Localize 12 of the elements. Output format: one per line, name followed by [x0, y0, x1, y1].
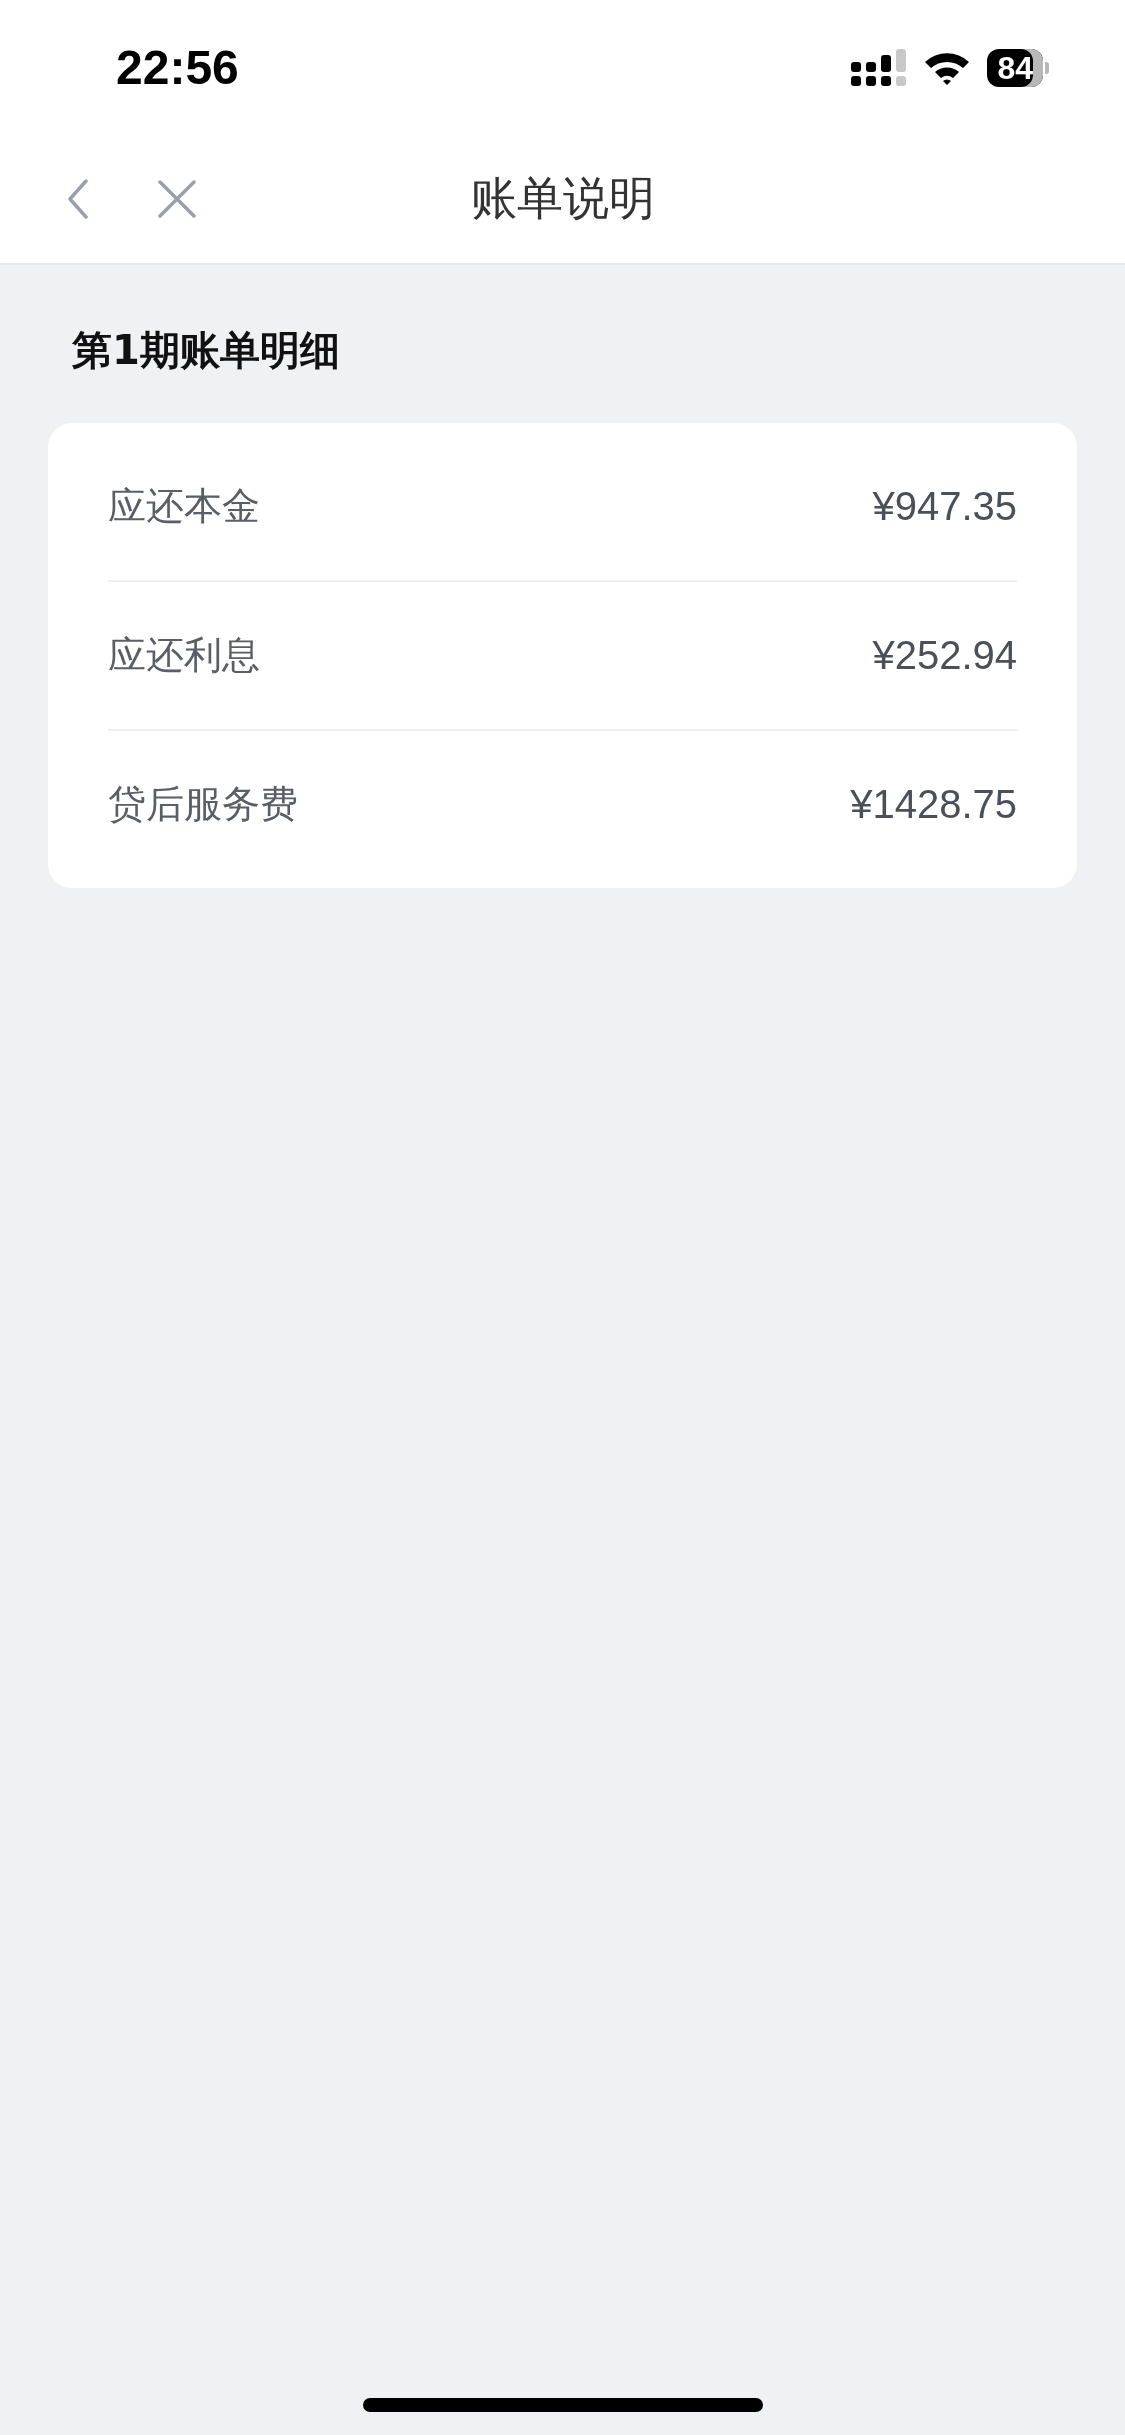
status-time: 22:56	[116, 40, 239, 95]
back-icon[interactable]	[66, 179, 90, 219]
row-label: 贷后服务费	[108, 781, 298, 828]
signal-icon	[851, 48, 908, 87]
row-value: ¥1428.75	[850, 782, 1017, 827]
row-label: 应还本金	[108, 483, 260, 530]
row-label: 应还利息	[108, 632, 260, 679]
row-value: ¥252.94	[872, 633, 1017, 678]
page-title: 账单说明	[470, 170, 655, 227]
row-value: ¥947.35	[872, 484, 1017, 529]
section-title: 第1期账单明细	[71, 326, 341, 375]
close-icon[interactable]	[158, 180, 196, 218]
